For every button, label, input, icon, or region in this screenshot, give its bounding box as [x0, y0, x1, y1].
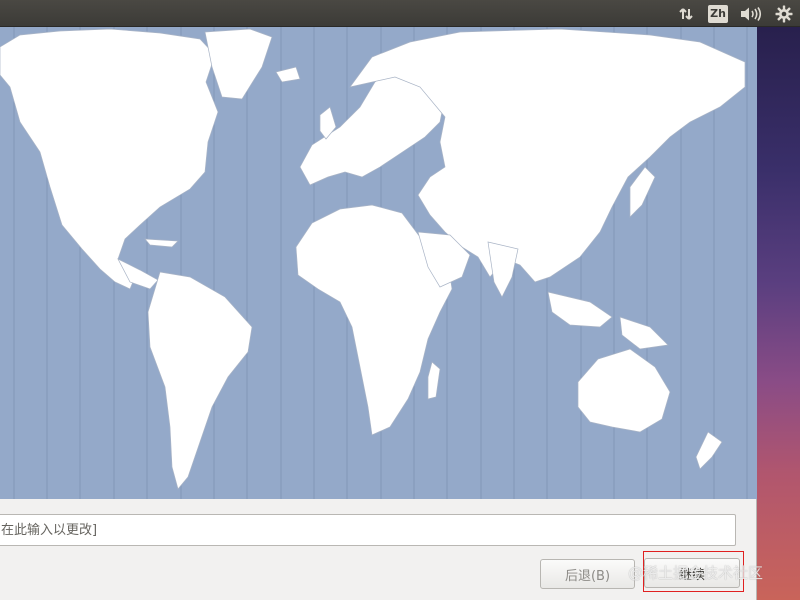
volume-icon: [741, 6, 762, 21]
sound-indicator[interactable]: [736, 0, 766, 27]
desktop-wallpaper: [757, 27, 800, 600]
keyboard-layout-indicator[interactable]: Zh: [706, 0, 730, 27]
keyboard-layout-label: Zh: [708, 4, 728, 23]
network-indicator[interactable]: [672, 0, 700, 27]
installer-window: 后退(B) 继续: [0, 27, 757, 600]
timezone-map[interactable]: [0, 27, 757, 499]
land-masses: [0, 28, 746, 490]
top-panel: Zh: [0, 0, 800, 27]
continue-button[interactable]: 继续: [644, 558, 740, 588]
location-input[interactable]: [0, 514, 736, 546]
network-arrows-icon: [679, 7, 693, 20]
back-button[interactable]: 后退(B): [540, 559, 635, 589]
gear-icon: [775, 5, 793, 22]
session-indicator[interactable]: [772, 0, 796, 27]
